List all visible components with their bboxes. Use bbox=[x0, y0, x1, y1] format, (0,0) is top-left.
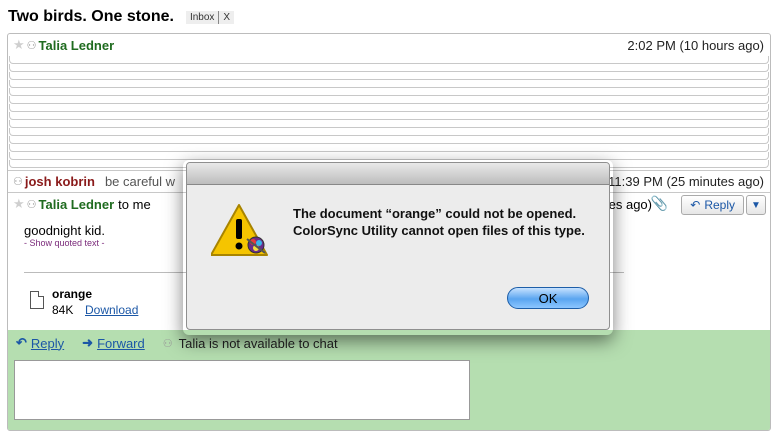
file-icon bbox=[30, 291, 44, 309]
reply-button-label: Reply bbox=[704, 198, 735, 212]
collapsed-messages-stack[interactable] bbox=[8, 56, 770, 172]
reply-arrow-icon: ↶ bbox=[690, 198, 701, 212]
dialog-titlebar[interactable] bbox=[187, 163, 609, 185]
collapsed-message[interactable] bbox=[9, 64, 769, 72]
reply-zone: ↶ Reply ➜ Forward ⚇ Talia is not availab… bbox=[8, 330, 770, 430]
presence-icon: ⚇ bbox=[13, 176, 23, 188]
recipient-text[interactable]: to me bbox=[118, 197, 151, 212]
sender-name[interactable]: Talia Ledner bbox=[39, 197, 115, 212]
star-icon[interactable]: ★ bbox=[13, 196, 25, 212]
collapsed-message[interactable] bbox=[9, 112, 769, 120]
reply-button[interactable]: ↶ Reply bbox=[681, 195, 744, 215]
star-icon[interactable]: ★ bbox=[13, 37, 25, 53]
sender-name[interactable]: josh kobrin bbox=[25, 174, 95, 189]
collapsed-message[interactable] bbox=[9, 80, 769, 88]
download-link[interactable]: Download bbox=[85, 303, 138, 317]
forward-link[interactable]: Forward bbox=[97, 336, 145, 351]
dialog-message: The document “orange” could not be opene… bbox=[293, 206, 585, 238]
collapsed-message[interactable] bbox=[9, 136, 769, 144]
sender-name[interactable]: Talia Ledner bbox=[39, 38, 115, 53]
collapsed-message[interactable] bbox=[9, 72, 769, 80]
show-quoted-text-link[interactable]: - Show quoted text - bbox=[24, 238, 105, 248]
chat-status: Talia is not available to chat bbox=[178, 335, 338, 351]
collapsed-message[interactable] bbox=[9, 104, 769, 112]
message-snippet: be careful w bbox=[104, 174, 176, 189]
message-time: 11:39 PM (25 minutes ago) bbox=[608, 174, 764, 189]
reply-actions: ↶ Reply ➜ Forward ⚇ Talia is not availab… bbox=[16, 334, 338, 352]
collapsed-message[interactable] bbox=[9, 96, 769, 104]
thread-subject: Two birds. One stone. bbox=[8, 8, 174, 25]
inbox-label[interactable]: Inbox bbox=[185, 10, 220, 24]
message-header-1[interactable]: ★ ⚇ Talia Ledner 2:02 PM (10 hours ago) bbox=[8, 34, 770, 56]
message-time: 2:02 PM (10 hours ago) bbox=[627, 37, 764, 53]
reply-textarea[interactable] bbox=[14, 360, 470, 420]
attachment-size: 84K bbox=[52, 303, 74, 317]
subject-bar: Two birds. One stone. Inbox X bbox=[8, 6, 235, 28]
presence-icon: ⚇ bbox=[26, 198, 37, 211]
collapsed-message[interactable] bbox=[9, 152, 769, 160]
presence-icon: ⚇ bbox=[26, 39, 37, 52]
collapsed-message[interactable] bbox=[9, 88, 769, 96]
presence-icon: ⚇ bbox=[162, 337, 173, 350]
reply-arrow-icon: ↶ bbox=[16, 335, 27, 350]
chevron-down-icon: ▼ bbox=[751, 199, 761, 211]
forward-arrow-icon: ➜ bbox=[82, 335, 94, 350]
ok-button[interactable]: OK bbox=[507, 287, 589, 309]
error-dialog: The document “orange” could not be opene… bbox=[186, 162, 610, 330]
collapsed-message[interactable] bbox=[9, 128, 769, 136]
collapsed-message[interactable] bbox=[9, 120, 769, 128]
reply-link[interactable]: Reply bbox=[31, 336, 64, 351]
warning-icon bbox=[211, 204, 268, 256]
more-options-button[interactable]: ▼ bbox=[746, 195, 766, 215]
collapsed-message[interactable] bbox=[9, 144, 769, 152]
attachment-name: orange bbox=[52, 287, 93, 301]
remove-label-button[interactable]: X bbox=[219, 10, 235, 24]
paperclip-icon: 📎 bbox=[650, 195, 668, 211]
collapsed-message[interactable] bbox=[9, 56, 769, 64]
message-body: goodnight kid. bbox=[24, 223, 105, 238]
